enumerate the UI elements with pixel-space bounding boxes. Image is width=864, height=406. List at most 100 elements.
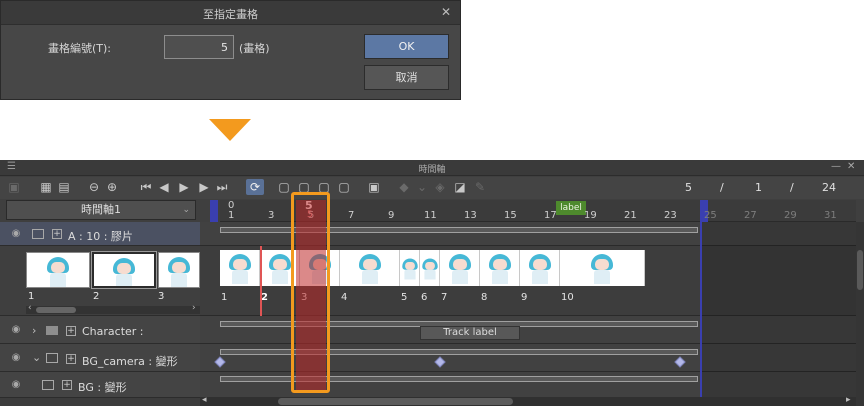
zoom-out-icon[interactable]: ⊖ — [86, 179, 102, 195]
expand-icon[interactable]: + — [66, 326, 76, 336]
character-figure — [486, 254, 514, 284]
cel-number: 5 — [401, 292, 408, 303]
layer-name: BG : 變形 — [78, 381, 127, 394]
start-marker[interactable] — [210, 200, 218, 222]
layer-row-bg[interactable]: ◉ + BG : 變形 — [0, 372, 200, 398]
keyframe-icon[interactable]: ◆ — [396, 179, 412, 195]
new-cel-icon[interactable]: ▢ — [276, 179, 292, 195]
ruler-tick-label: 1 — [228, 210, 235, 221]
character-figure — [44, 257, 72, 287]
go-to-frame-dialog: 至指定畫格 ✕ 畫格編號(T): (畫格) OK 取消 — [0, 0, 461, 100]
chevron-down-icon[interactable]: ⌄ — [32, 351, 41, 364]
layer-row-bg-camera[interactable]: ◉ ⌄ + BG_camera : 變形 — [0, 344, 200, 372]
expand-icon[interactable]: + — [52, 229, 62, 239]
delete-cel-icon[interactable]: ▢ — [336, 179, 352, 195]
ruler-tick-label: 13 — [464, 210, 477, 221]
frame-label-tag[interactable]: label — [556, 201, 586, 215]
minimize-icon[interactable]: — — [831, 161, 841, 172]
cel-number: 9 — [521, 292, 528, 303]
image-layer-icon — [42, 380, 54, 390]
cel-thumbnail-selected[interactable] — [91, 251, 157, 289]
vertical-scrollbar[interactable] — [856, 222, 864, 406]
cel-frame[interactable] — [400, 250, 420, 286]
new-animation-folder-icon[interactable]: ▤ — [56, 179, 72, 195]
last-frame-icon[interactable]: ⏭ — [214, 179, 230, 195]
interpolation-icon[interactable]: ◈ — [432, 179, 448, 195]
cel-thumbnail-strip: 1 2 3 ‹ › — [0, 246, 200, 316]
cel-frame[interactable] — [480, 250, 520, 286]
eye-icon[interactable]: ◉ — [9, 379, 23, 390]
layer-row-character[interactable]: ◉ › + Character : — [0, 316, 200, 344]
playhead-highlight — [291, 192, 330, 393]
expand-icon[interactable]: + — [66, 354, 76, 364]
cel-number: 10 — [561, 292, 574, 303]
eye-icon[interactable]: ◉ — [9, 324, 23, 335]
cel-frame[interactable] — [440, 250, 480, 286]
animation-folder-icon — [32, 229, 44, 239]
new-timeline-icon[interactable]: ▣ — [6, 179, 22, 195]
keyframe-marker[interactable] — [214, 356, 226, 368]
frame-counter-separator: / — [790, 181, 794, 194]
chevron-down-icon[interactable]: ⌄ — [414, 179, 430, 195]
cel-number: 4 — [341, 292, 348, 303]
character-figure — [420, 258, 439, 280]
onion-skin-icon[interactable]: ▣ — [366, 179, 382, 195]
timing-icon[interactable]: ◪ — [452, 179, 468, 195]
horizontal-scrollbar-thumb[interactable] — [278, 398, 513, 405]
cel-frame[interactable] — [420, 250, 440, 286]
vertical-scrollbar-thumb[interactable] — [857, 250, 863, 290]
close-icon[interactable]: ✕ — [847, 161, 855, 172]
layer-row-animation-folder[interactable]: ◉ + A : 10 : 膠片 — [0, 222, 200, 246]
timeline-toolbar: ▣ ▦ ▤ ⊖ ⊕ ⏮ ◀ ▶ ▶ ⏭ ⟳ ▢ ▢ ▢ ▢ ▣ ◆ ⌄ ◈ ◪ … — [0, 177, 864, 199]
scroll-right-icon[interactable]: › — [192, 303, 196, 313]
cel-frame[interactable] — [520, 250, 560, 286]
cel-frame[interactable] — [220, 250, 260, 286]
previous-frame-icon[interactable]: ◀ — [156, 179, 172, 195]
thumbnail-scrollbar[interactable]: ‹ › — [26, 303, 200, 314]
character-figure — [110, 258, 138, 286]
track-label[interactable]: Track label — [420, 326, 520, 340]
expand-icon[interactable]: + — [62, 380, 72, 390]
eye-icon[interactable]: ◉ — [9, 352, 23, 363]
eye-icon[interactable]: ◉ — [9, 228, 23, 239]
enable-animation-folder-icon[interactable]: ▦ — [38, 179, 54, 195]
character-figure — [356, 254, 384, 284]
cel-number: 1 — [221, 292, 228, 303]
keyframe-marker[interactable] — [434, 356, 446, 368]
cel-number: 7 — [441, 292, 448, 303]
ok-button[interactable]: OK — [364, 34, 449, 59]
cel-cursor — [260, 246, 262, 316]
horizontal-scrollbar[interactable]: ◂ ▸ — [200, 395, 856, 406]
cel-frame[interactable] — [340, 250, 400, 286]
timeline-panel: ☰ 時間軸 — ✕ ▣ ▦ ▤ ⊖ ⊕ ⏮ ◀ ▶ ▶ ⏭ ⟳ ▢ ▢ ▢ ▢ … — [0, 160, 864, 406]
cel-thumbnail[interactable] — [158, 252, 200, 288]
scroll-left-icon[interactable]: ◂ — [202, 395, 207, 405]
thumbnail-scrollbar-thumb[interactable] — [36, 307, 76, 313]
first-frame-icon[interactable]: ⏮ — [138, 179, 154, 195]
loop-playback-icon[interactable]: ⟳ — [246, 179, 264, 195]
dialog-title: 至指定畫格 — [203, 8, 258, 21]
timeline-selector[interactable]: 時間軸1 ⌄ — [6, 200, 196, 220]
ruler-tick-label: 21 — [624, 210, 637, 221]
ruler-tick-label: 29 — [784, 210, 797, 221]
cel-frame[interactable] — [560, 250, 645, 286]
character-figure — [526, 254, 554, 284]
cel-thumbnail[interactable] — [26, 252, 90, 288]
chevron-right-icon[interactable]: › — [32, 324, 36, 337]
ruler-tick-label: 3 — [268, 210, 275, 221]
pen-icon[interactable]: ✎ — [472, 179, 488, 195]
cancel-button[interactable]: 取消 — [364, 65, 449, 90]
camera-icon — [46, 353, 58, 363]
scroll-left-icon[interactable]: ‹ — [28, 303, 32, 313]
zoom-in-icon[interactable]: ⊕ — [104, 179, 120, 195]
end-frame-value: 24 — [822, 181, 836, 194]
next-frame-icon[interactable]: ▶ — [196, 179, 212, 195]
frame-number-input[interactable] — [164, 35, 234, 59]
keyframe-marker[interactable] — [674, 356, 686, 368]
character-figure — [400, 258, 419, 280]
play-icon[interactable]: ▶ — [176, 179, 192, 195]
current-frame-value: 5 — [685, 181, 692, 194]
close-icon[interactable]: ✕ — [439, 5, 453, 19]
down-arrow-icon — [209, 119, 251, 141]
scroll-right-icon[interactable]: ▸ — [846, 395, 851, 405]
